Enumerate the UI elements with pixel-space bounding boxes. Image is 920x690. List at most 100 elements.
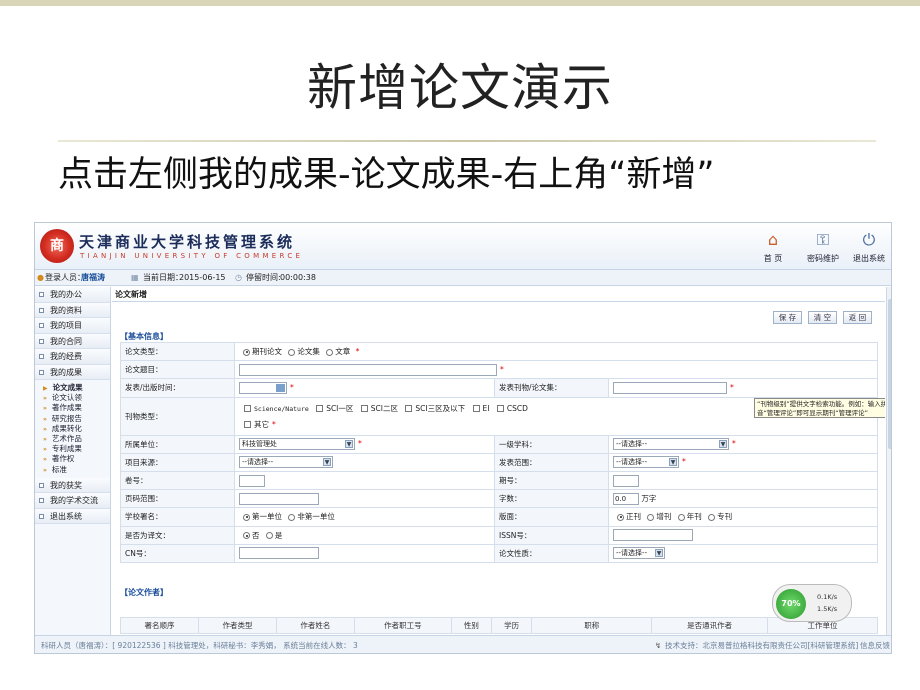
save-button[interactable]: 保 存: [773, 311, 802, 324]
pages-label: 页码范围：: [120, 489, 235, 509]
sidebar-sub-books[interactable]: » 著作成果: [35, 403, 110, 413]
sidebar-sub-art[interactable]: » 艺术作品: [35, 434, 110, 444]
expand-icon: [39, 513, 44, 519]
volume-input[interactable]: [239, 474, 265, 487]
sidebar-item-projects[interactable]: 我的项目: [35, 318, 110, 334]
sidebar-item-exchange[interactable]: 我的学术交流: [35, 493, 110, 509]
checkbox-other[interactable]: [244, 421, 251, 429]
sidebar-item-logout[interactable]: 退出系统: [35, 508, 110, 525]
publish-time-input[interactable]: [239, 381, 287, 394]
expand-icon: [39, 307, 44, 313]
issue-input[interactable]: [613, 474, 639, 487]
collapse-icon: [39, 369, 44, 375]
scope-select[interactable]: --请选择-- ▼: [613, 456, 679, 469]
radio-supplement[interactable]: [647, 513, 655, 521]
sidebar-sub-standards[interactable]: » 标准: [35, 465, 110, 475]
title-input[interactable]: [239, 363, 497, 376]
volume-field: [234, 470, 495, 491]
sidebar-sub-copyright[interactable]: » 著作权: [35, 454, 110, 464]
col-staff-id: 作者职工号: [353, 617, 452, 634]
author-table-header: 署名顺序 作者类型 作者姓名 作者职工号 性别 学历 职称 是否通讯作者 工作单…: [120, 617, 878, 634]
cn-input[interactable]: [239, 547, 319, 560]
checkbox-sci-3[interactable]: [405, 405, 413, 413]
sidebar-item-achievements[interactable]: 我的成果: [35, 364, 110, 380]
support-icon: ↯: [655, 641, 662, 650]
university-logo: 商: [40, 229, 74, 263]
journal-tooltip: “刊物级别”提供文字检索功能。例如：输入拼音“管理评论”即可显示期刊“管理评论”: [754, 398, 885, 418]
pages-field: [234, 489, 495, 509]
col-author-type: 作者类型: [197, 617, 277, 634]
calendar-picker-icon[interactable]: [276, 383, 285, 392]
checkbox-sci-1[interactable]: [316, 405, 324, 413]
author-section: 【论文作者】: [120, 588, 168, 597]
feedback-link[interactable]: 信息反馈: [860, 636, 890, 653]
radio-first-unit[interactable]: [243, 513, 250, 521]
sidebar-sub-transfer[interactable]: » 成果转化: [35, 424, 110, 434]
radio-journal[interactable]: [243, 348, 250, 356]
sidebar-item-office[interactable]: 我的办公: [35, 287, 110, 303]
sidebar-item-profile[interactable]: 我的资料: [35, 302, 110, 318]
paper-type-field: 期刊论文 论文集 文章 *: [234, 341, 878, 362]
sidebar-sub-papers[interactable]: ▶ 论文成果: [35, 383, 110, 393]
radio-non-first-unit[interactable]: [288, 513, 296, 521]
sign-field: 第一单位 非第一单位: [234, 507, 495, 527]
required-mark: *: [272, 419, 276, 429]
radio-special[interactable]: [708, 513, 716, 521]
tab-paper-new[interactable]: 论文新增: [115, 289, 147, 300]
sidebar-sub-patents[interactable]: » 专利成果: [35, 444, 110, 454]
checkbox-cscd[interactable]: [496, 405, 504, 413]
required-mark: *: [682, 457, 686, 467]
exit-icon: ⏻: [862, 230, 876, 249]
app-header: 商 天津商业大学科技管理系统 TIANJIN UNIVERSITY OF COM…: [35, 223, 891, 269]
words-input[interactable]: 0.0: [613, 492, 639, 505]
discipline-select[interactable]: --请选择-- ▼: [613, 438, 729, 451]
unit-select[interactable]: 科技管理处 ▼: [239, 438, 355, 451]
words-label: 字数：: [494, 489, 609, 509]
password-button[interactable]: ⚿ 密码维护: [807, 229, 839, 264]
words-unit: 万字: [641, 493, 657, 503]
stay-label: 停留时间:: [246, 273, 281, 282]
nature-label: 论文性质：: [494, 543, 609, 563]
sidebar-sub-claim[interactable]: » 论文认领: [35, 393, 110, 403]
checkbox-science-nature[interactable]: [244, 405, 251, 413]
home-button[interactable]: ⌂ 首 页: [762, 229, 784, 264]
issn-input[interactable]: [613, 529, 693, 542]
back-button[interactable]: 返 回: [843, 311, 872, 324]
radio-article[interactable]: [326, 348, 334, 356]
main-scrollbar[interactable]: [886, 287, 891, 635]
radio-annual[interactable]: [677, 513, 685, 521]
radio-regular[interactable]: [617, 513, 624, 521]
sidebar-item-funds[interactable]: 我的经费: [35, 349, 110, 365]
expand-icon: [39, 498, 44, 504]
source-field: --请选择-- ▼: [234, 452, 495, 472]
bullet-icon: »: [43, 415, 47, 423]
exit-button[interactable]: ⏻ 退出系统: [853, 229, 885, 264]
bullet-icon: »: [43, 395, 47, 403]
checkbox-sci-2[interactable]: [360, 405, 368, 413]
required-mark: *: [290, 382, 294, 392]
clear-button[interactable]: 清 空: [808, 311, 837, 324]
pages-input[interactable]: [239, 492, 319, 505]
words-field: 0.0 万字: [608, 489, 878, 509]
sidebar-item-contracts[interactable]: 我的合同: [35, 333, 110, 349]
sidebar-sub-reports[interactable]: » 研究报告: [35, 414, 110, 424]
chevron-down-icon: ▼: [655, 549, 663, 558]
col-education: 学历: [490, 617, 533, 634]
source-select[interactable]: --请选择-- ▼: [239, 456, 333, 469]
scroll-thumb[interactable]: [888, 299, 891, 449]
expand-icon: [39, 323, 44, 328]
expand-icon: [39, 482, 44, 488]
user-icon: ●: [37, 273, 44, 282]
nature-select[interactable]: --请选择-- ▼: [613, 547, 665, 560]
radio-yes[interactable]: [265, 532, 273, 540]
discipline-field: --请选择-- ▼ *: [608, 434, 878, 454]
checkbox-ei[interactable]: [472, 405, 480, 413]
required-mark: *: [732, 439, 736, 449]
status-bar: 科研人员（唐福涛）：[ 920122536 ] 科技管理处，科研秘书：李秀娟， …: [35, 635, 891, 653]
paper-type-label: 论文类型：: [120, 341, 235, 362]
sidebar-item-awards[interactable]: 我的获奖: [35, 477, 110, 494]
radio-proceedings[interactable]: [288, 348, 296, 356]
radio-no[interactable]: [243, 532, 250, 540]
translation-field: 否 是: [234, 525, 495, 545]
journal-input[interactable]: [613, 381, 727, 394]
